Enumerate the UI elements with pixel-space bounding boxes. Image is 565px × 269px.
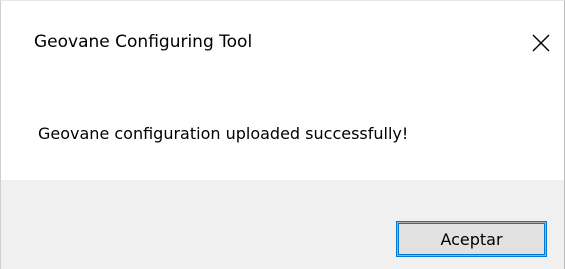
message-dialog: Geovane Configuring Tool Geovane configu… (0, 0, 565, 269)
dialog-content: Geovane configuration uploaded successfu… (1, 89, 564, 180)
dialog-footer: Aceptar (1, 180, 564, 269)
window-title: Geovane Configuring Tool (34, 32, 253, 52)
close-icon (532, 34, 550, 52)
dialog-message: Geovane configuration uploaded successfu… (38, 124, 409, 143)
title-bar: Geovane Configuring Tool (1, 1, 564, 89)
close-button[interactable] (518, 23, 564, 63)
aceptar-button[interactable]: Aceptar (396, 221, 547, 257)
